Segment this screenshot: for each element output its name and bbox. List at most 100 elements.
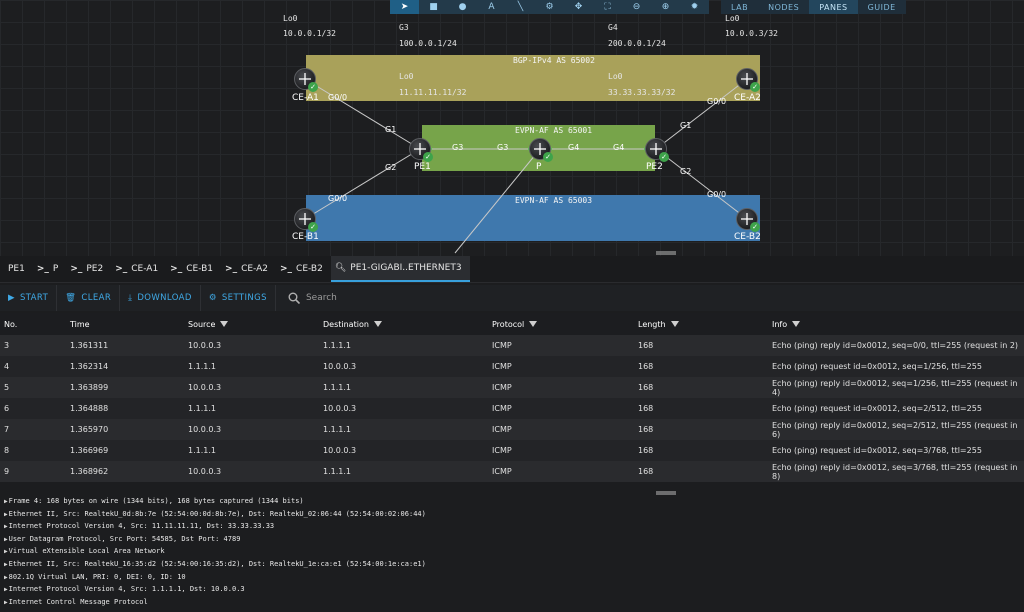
tab-console-pe2[interactable]: >_ PE2 (66, 256, 111, 282)
detail-row[interactable]: ▶Ethernet II, Src: RealtekU_0d:8b:7e (52… (0, 508, 1024, 521)
if-label-pe1-g2: G2 (385, 163, 397, 172)
status-ok-icon: ✓ (543, 152, 553, 162)
terminal-icon: >_ (170, 264, 183, 274)
filter-icon[interactable] (373, 321, 382, 327)
table-row[interactable]: 8 1.366969 1.1.1.1 10.0.0.3 ICMP 168 Echo (pin… (0, 440, 1024, 461)
col-info-label: Info (772, 319, 788, 329)
tab-console-ce-a2[interactable]: >_ CE-A2 (221, 256, 276, 282)
start-button[interactable]: ▶ START (0, 285, 58, 311)
detail-row[interactable]: ▶Internet Protocol Version 4, Src: 1.1.1… (0, 583, 1024, 596)
tab-console-ce-b2[interactable]: >_ CE-B2 (276, 256, 331, 282)
cell-source: 1.1.1.1 (188, 404, 216, 413)
settings-button[interactable]: ⚙ SETTINGS (201, 285, 276, 311)
detail-row[interactable]: ▶Ethernet II, Src: RealtekU_16:35:d2 (52… (0, 558, 1024, 571)
cell-info: Echo (ping) reply id=0x0012, seq=3/768, … (772, 462, 1018, 481)
topology-icon[interactable]: ⚙ (535, 0, 564, 14)
cell-protocol: ICMP (492, 425, 512, 434)
expand-arrow-icon[interactable]: ▶ (4, 561, 8, 568)
detail-row[interactable]: ▶Virtual eXtensible Local Area Network (0, 545, 1024, 558)
filter-icon[interactable] (670, 321, 679, 327)
menu-nodes[interactable]: NODES (758, 0, 810, 14)
move-icon[interactable]: ✥ (564, 0, 593, 14)
square-icon[interactable]: ■ (419, 0, 448, 14)
detail-row[interactable]: ▶Internet Control Message Protocol (0, 596, 1024, 609)
topology-canvas[interactable]: BGP-IPv4 AS 65002 EVPN-AF AS 65001 EVPN-… (0, 0, 1024, 256)
expand-arrow-icon[interactable]: ▶ (4, 586, 8, 593)
text-icon[interactable]: A (477, 0, 506, 14)
cell-info: Echo (ping) request id=0x0012, seq=3/768… (772, 446, 982, 455)
clear-button[interactable]: 🗑︎ CLEAR (57, 285, 121, 311)
router-pe2[interactable]: ✓ (645, 138, 669, 162)
label-g4: G4 (608, 23, 618, 32)
tab-console-pe1[interactable]: PE1 (0, 256, 33, 282)
tab-console-ce-a1[interactable]: >_ CE-A1 (111, 256, 166, 282)
detail-row[interactable]: ▶802.1Q Virtual LAN, PRI: 0, DEI: 0, ID:… (0, 571, 1024, 584)
expand-arrow-icon[interactable]: ▶ (4, 574, 8, 581)
expand-arrow-icon[interactable]: ▶ (4, 511, 8, 518)
router-ce-b1[interactable]: ✓ (294, 208, 318, 232)
menu-lab[interactable]: LAB (721, 0, 759, 14)
tab-console-p[interactable]: >_ P (33, 256, 66, 282)
label-lo0-pe1-ip: 11.11.11.11/32 (399, 88, 467, 97)
menu-panes[interactable]: PANES (809, 0, 858, 14)
start-label: START (19, 293, 49, 303)
expand-arrow-icon[interactable]: ▶ (4, 536, 8, 543)
status-ok-icon: ✓ (423, 152, 433, 162)
expand-arrow-icon[interactable]: ▶ (4, 548, 8, 555)
table-row[interactable]: 5 1.363899 10.0.0.3 1.1.1.1 ICMP 168 Echo (pin… (0, 377, 1024, 398)
expand-arrow-icon[interactable]: ▶ (4, 599, 8, 606)
expand-arrow-icon[interactable]: ▶ (4, 498, 8, 505)
pointer-icon[interactable]: ➤ (390, 0, 419, 14)
label-lo0-ce-a2-ip: 10.0.0.3/32 (725, 29, 778, 38)
download-label: DOWNLOAD (137, 293, 192, 303)
filter-icon[interactable] (792, 321, 801, 327)
cell-length: 168 (638, 341, 654, 350)
col-source[interactable]: Source (186, 320, 321, 329)
menu-guide[interactable]: GUIDE (857, 0, 906, 14)
table-row[interactable]: 3 1.361311 10.0.0.3 1.1.1.1 ICMP 168 Echo (pin… (0, 335, 1024, 356)
zoom-out-icon[interactable]: ⊖ (622, 0, 651, 14)
label-lo0-ce-a2: Lo0 (725, 14, 740, 23)
settings-icon[interactable]: ✹ (680, 0, 709, 14)
tab-label: CE-A1 (131, 264, 159, 274)
router-ce-a1[interactable]: ✓ (294, 68, 318, 92)
status-ok-icon: ✓ (659, 152, 669, 162)
pane-resize-handle[interactable] (656, 251, 676, 255)
router-ce-b2[interactable]: ✓ (736, 208, 760, 232)
filter-icon[interactable] (220, 321, 229, 327)
col-protocol[interactable]: Protocol (490, 320, 636, 329)
table-row[interactable]: 4 1.362314 1.1.1.1 10.0.0.3 ICMP 168 Echo (pin… (0, 356, 1024, 377)
table-row[interactable]: 6 1.364888 1.1.1.1 10.0.0.3 ICMP 168 Echo (pin… (0, 398, 1024, 419)
filter-icon[interactable] (529, 321, 538, 327)
detail-row[interactable]: ▶User Datagram Protocol, Src Port: 54585… (0, 533, 1024, 546)
zoom-in-icon[interactable]: ⊕ (651, 0, 680, 14)
detail-row[interactable]: ▶Frame 4: 168 bytes on wire (1344 bits),… (0, 495, 1024, 508)
col-time[interactable]: Time (68, 320, 186, 329)
line-icon[interactable]: ╲ (506, 0, 535, 14)
tab-packet-capture[interactable]: 🔍︎ PE1-GIGABI..ETHERNET3 (330, 256, 470, 282)
tab-console-ce-b1[interactable]: >_ CE-B1 (166, 256, 221, 282)
col-destination[interactable]: Destination (321, 320, 490, 329)
packet-table: No. Time Source Destination Protocol Len… (0, 313, 1024, 482)
router-pe1[interactable]: ✓ (409, 138, 433, 162)
if-label-pe1-g3: G3 (452, 143, 464, 152)
detail-text: Virtual eXtensible Local Area Network (8, 547, 165, 556)
cell-info: Echo (ping) reply id=0x0012, seq=0/0, tt… (772, 341, 1019, 350)
cell-info: Echo (ping) reply id=0x0012, seq=2/512, … (772, 420, 1018, 439)
table-row[interactable]: 7 1.365970 10.0.0.3 1.1.1.1 ICMP 168 Echo (pin… (0, 419, 1024, 440)
col-info[interactable]: Info (770, 320, 1024, 329)
download-button[interactable]: ⤓ DOWNLOAD (120, 285, 201, 311)
table-header: No. Time Source Destination Protocol Len… (0, 313, 1024, 335)
fit-icon[interactable]: ⛶ (593, 0, 622, 14)
search-field[interactable]: Search (276, 292, 337, 304)
col-length[interactable]: Length (636, 320, 770, 329)
col-no[interactable]: No. (0, 320, 68, 329)
expand-arrow-icon[interactable]: ▶ (4, 523, 8, 530)
detail-row[interactable]: ▶Internet Protocol Version 4, Src: 11.11… (0, 520, 1024, 533)
circle-icon[interactable]: ● (448, 0, 477, 14)
cell-time: 1.365970 (70, 425, 109, 434)
table-row[interactable]: 9 1.368962 10.0.0.3 1.1.1.1 ICMP 168 Echo (pin… (0, 461, 1024, 482)
router-ce-a2[interactable]: ✓ (736, 68, 760, 92)
router-p[interactable]: ✓ (529, 138, 553, 162)
